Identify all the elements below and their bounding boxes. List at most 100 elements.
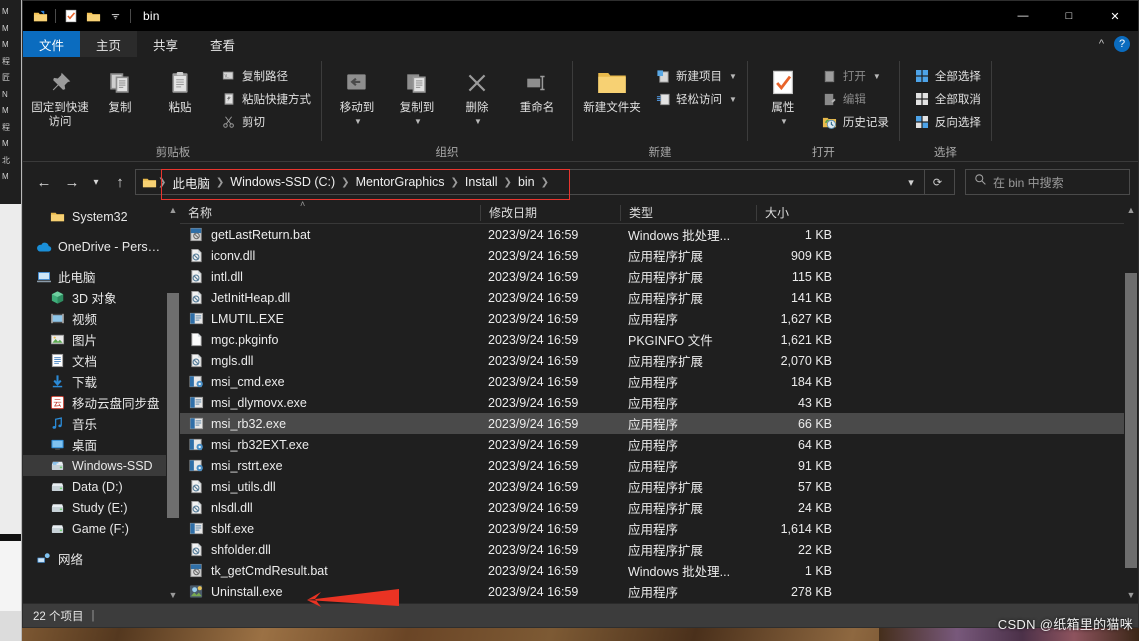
tab-home[interactable]: 主页 (80, 31, 138, 57)
column-header-type[interactable]: 类型 (620, 204, 756, 221)
table-row[interactable]: msi_rb32EXT.exe 2023/9/24 16:59 应用程序 64 KB (180, 434, 1138, 455)
sidebar-item-windows-ssd[interactable]: Windows-SSD (23, 455, 180, 476)
chevron-down-icon[interactable]: ▼ (414, 115, 422, 129)
up-button[interactable]: ↑ (107, 169, 133, 195)
background-window[interactable]: MMM程匠NM程M北M (0, 0, 22, 641)
breadcrumb-item-mentorgraphics[interactable]: MentorGraphics (351, 175, 450, 189)
sidebar-item-study-e[interactable]: Study (E:) (23, 497, 180, 518)
properties-check-icon[interactable] (60, 5, 82, 27)
close-button[interactable]: ✕ (1092, 1, 1138, 31)
column-header-date[interactable]: 修改日期 (480, 204, 620, 221)
breadcrumb-item-this-pc[interactable]: 此电脑 (167, 173, 215, 192)
edit-button[interactable]: 编辑 (818, 88, 893, 110)
chevron-down-icon[interactable]: ▼ (729, 95, 737, 104)
minimize-button[interactable]: — (1000, 1, 1046, 31)
collapse-ribbon-icon[interactable]: ^ (1099, 38, 1104, 50)
sidebar-item-onedrive[interactable]: OneDrive - Pers… (23, 236, 180, 257)
sidebar-item-videos[interactable]: 视频 (23, 308, 180, 329)
breadcrumb-item-install[interactable]: Install (460, 175, 503, 189)
rename-button[interactable]: 重命名 (508, 61, 566, 115)
chevron-down-icon[interactable]: ▼ (729, 72, 737, 81)
sidebar-scroll-thumb[interactable] (167, 293, 179, 518)
paste-shortcut-button[interactable]: 粘贴快捷方式 (217, 88, 315, 110)
chevron-up-icon[interactable]: ▲ (169, 202, 178, 218)
copy-path-button[interactable]: \\.. 复制路径 (217, 65, 315, 87)
chevron-down-icon[interactable]: ▼ (474, 115, 482, 129)
table-row[interactable]: msi_dlymovx.exe 2023/9/24 16:59 应用程序 43 KB (180, 392, 1138, 413)
table-row[interactable]: mgls.dll 2023/9/24 16:59 应用程序扩展 2,070 KB (180, 350, 1138, 371)
folder-new-icon[interactable] (29, 5, 51, 27)
cut-button[interactable]: 剪切 (217, 111, 315, 133)
invert-selection-button[interactable]: 反向选择 (910, 111, 985, 133)
tab-view[interactable]: 查看 (194, 31, 251, 57)
history-button[interactable]: 历史记录 (818, 111, 893, 133)
sidebar-item-cloud-sync[interactable]: 云 移动云盘同步盘 (23, 392, 180, 413)
column-header-name[interactable]: 名称 (180, 205, 480, 221)
tab-share[interactable]: 共享 (137, 31, 194, 57)
copy-to-button[interactable]: 复制到 ▼ (388, 61, 446, 129)
copy-button[interactable]: 复制 (91, 61, 149, 115)
address-bar[interactable]: ❯ 此电脑 ❯ Windows-SSD (C:) ❯ MentorGraphic… (135, 169, 955, 195)
breadcrumb-item-bin[interactable]: bin (513, 175, 540, 189)
sidebar-item-data-d[interactable]: Data (D:) (23, 476, 180, 497)
recent-locations-button[interactable]: ▾ (87, 169, 105, 195)
select-all-button[interactable]: 全部选择 (910, 65, 985, 87)
table-row[interactable]: getLastReturn.bat 2023/9/24 16:59 Windows … (180, 224, 1138, 245)
sidebar-item-this-pc[interactable]: 此电脑 (23, 266, 180, 287)
breadcrumb-separator[interactable]: ❯ (503, 177, 513, 188)
breadcrumb-item-windows-ssd[interactable]: Windows-SSD (C:) (225, 175, 340, 189)
forward-button[interactable]: → (59, 169, 85, 195)
chevron-down-icon[interactable]: ▼ (1127, 587, 1136, 603)
table-row[interactable]: nlsdl.dll 2023/9/24 16:59 应用程序扩展 24 KB (180, 497, 1138, 518)
sidebar-item-documents[interactable]: 文档 (23, 350, 180, 371)
easy-access-button[interactable]: 轻松访问 ▼ (651, 88, 741, 110)
sidebar-item-pictures[interactable]: 图片 (23, 329, 180, 350)
chevron-down-icon[interactable]: ▼ (354, 115, 362, 129)
chevron-down-icon[interactable] (104, 5, 126, 27)
tab-file[interactable]: 文件 (23, 31, 81, 57)
new-item-button[interactable]: 新建项目 ▼ (651, 65, 741, 87)
chevron-up-icon[interactable]: ▲ (1127, 202, 1136, 218)
select-none-button[interactable]: 全部取消 (910, 88, 985, 110)
table-row[interactable]: JetInitHeap.dll 2023/9/24 16:59 应用程序扩展 141 … (180, 287, 1138, 308)
sidebar-item-music[interactable]: 音乐 (23, 413, 180, 434)
table-row[interactable]: msi_utils.dll 2023/9/24 16:59 应用程序扩展 57 KB (180, 476, 1138, 497)
column-header-size[interactable]: 大小 (756, 204, 842, 221)
table-row[interactable]: msi_rstrt.exe 2023/9/24 16:59 应用程序 91 KB (180, 455, 1138, 476)
table-row[interactable]: sblf.exe 2023/9/24 16:59 应用程序 1,614 KB (180, 518, 1138, 539)
breadcrumb-separator[interactable]: ❯ (215, 177, 225, 188)
folder-icon[interactable] (82, 5, 104, 27)
breadcrumb-separator[interactable]: ❯ (340, 177, 350, 188)
sidebar-item-game-f[interactable]: Game (F:) (23, 518, 180, 539)
table-row[interactable]: shfolder.dll 2023/9/24 16:59 应用程序扩展 22 KB (180, 539, 1138, 560)
open-button[interactable]: 打开 ▼ (818, 65, 893, 87)
search-box[interactable]: 在 bin 中搜索 (965, 169, 1130, 195)
table-row[interactable]: intl.dll 2023/9/24 16:59 应用程序扩展 115 KB (180, 266, 1138, 287)
file-list-scroll-track[interactable] (1124, 218, 1138, 587)
table-row[interactable]: tk_getCmdResult.bat 2023/9/24 16:59 Window… (180, 560, 1138, 581)
refresh-button[interactable]: ⟳ (924, 170, 950, 194)
sidebar-item-network[interactable]: 网络 (23, 548, 180, 569)
maximize-button[interactable]: □ (1046, 1, 1092, 31)
sidebar-item-system32[interactable]: System32 (23, 206, 180, 227)
sidebar-scrollbar[interactable]: ▲ ▼ (166, 202, 180, 603)
chevron-down-icon[interactable]: ▼ (873, 72, 881, 81)
move-to-button[interactable]: 移动到 ▼ (328, 61, 386, 129)
back-button[interactable]: ← (31, 169, 57, 195)
address-dropdown-button[interactable]: ▾ (898, 170, 924, 194)
table-row[interactable]: msi_rb32.exe 2023/9/24 16:59 应用程序 66 KB (180, 413, 1138, 434)
file-list-scroll-thumb[interactable] (1125, 273, 1137, 568)
sidebar-item-3d-objects[interactable]: 3D 对象 (23, 287, 180, 308)
chevron-down-icon[interactable]: ▼ (780, 115, 788, 129)
table-row[interactable]: msi_cmd.exe 2023/9/24 16:59 应用程序 184 KB (180, 371, 1138, 392)
table-row[interactable]: LMUTIL.EXE 2023/9/24 16:59 应用程序 1,627 KB (180, 308, 1138, 329)
file-list-scrollbar[interactable]: ▲ ▼ (1124, 202, 1138, 603)
breadcrumb-separator[interactable]: ❯ (540, 177, 550, 188)
pin-to-quick-access-button[interactable]: 固定到快速访问 (31, 61, 89, 129)
sidebar-scroll-track[interactable] (166, 218, 180, 587)
breadcrumb-separator[interactable]: ❯ (450, 177, 460, 188)
sidebar-item-downloads[interactable]: 下载 (23, 371, 180, 392)
new-folder-button[interactable]: 新建文件夹 (579, 61, 645, 115)
paste-button[interactable]: 粘贴 (151, 61, 209, 115)
properties-button[interactable]: 属性 ▼ (754, 61, 812, 129)
